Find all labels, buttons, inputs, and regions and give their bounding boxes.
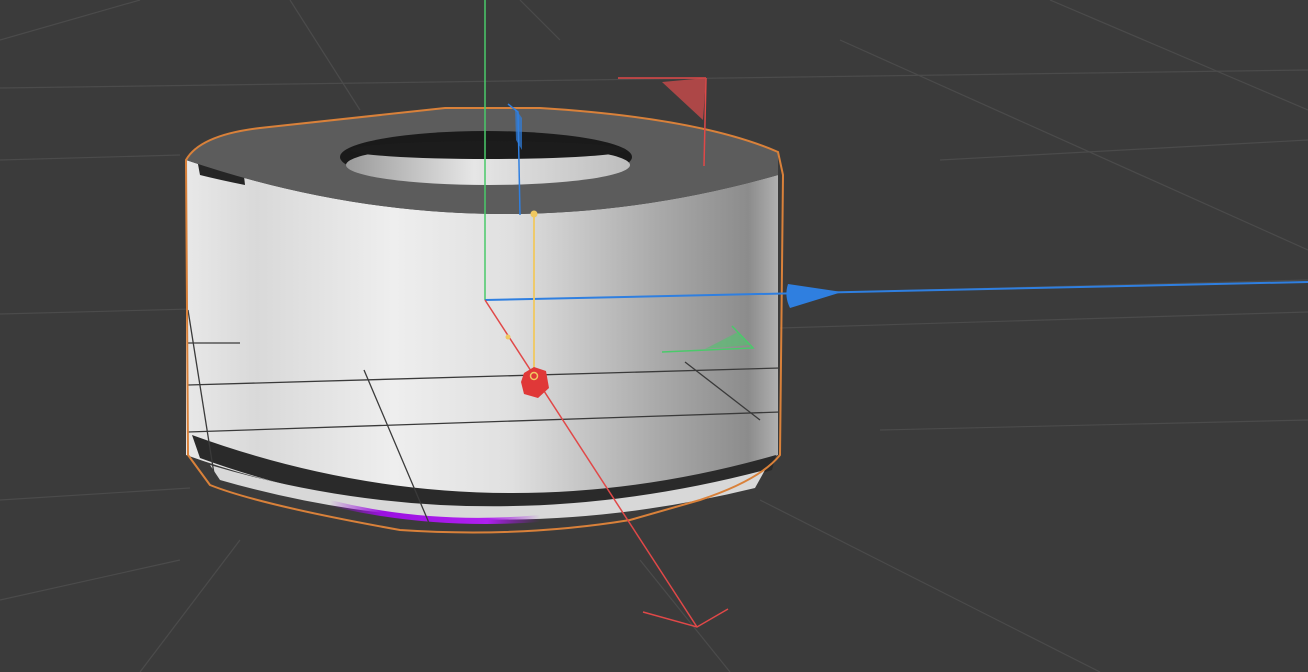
3d-viewport[interactable]	[0, 0, 1308, 672]
pivot-top-handle[interactable]	[530, 210, 538, 218]
tube-hole-shadow	[350, 141, 626, 159]
pivot-mid-handle[interactable]	[505, 334, 511, 340]
viewport-canvas[interactable]	[0, 0, 1308, 672]
